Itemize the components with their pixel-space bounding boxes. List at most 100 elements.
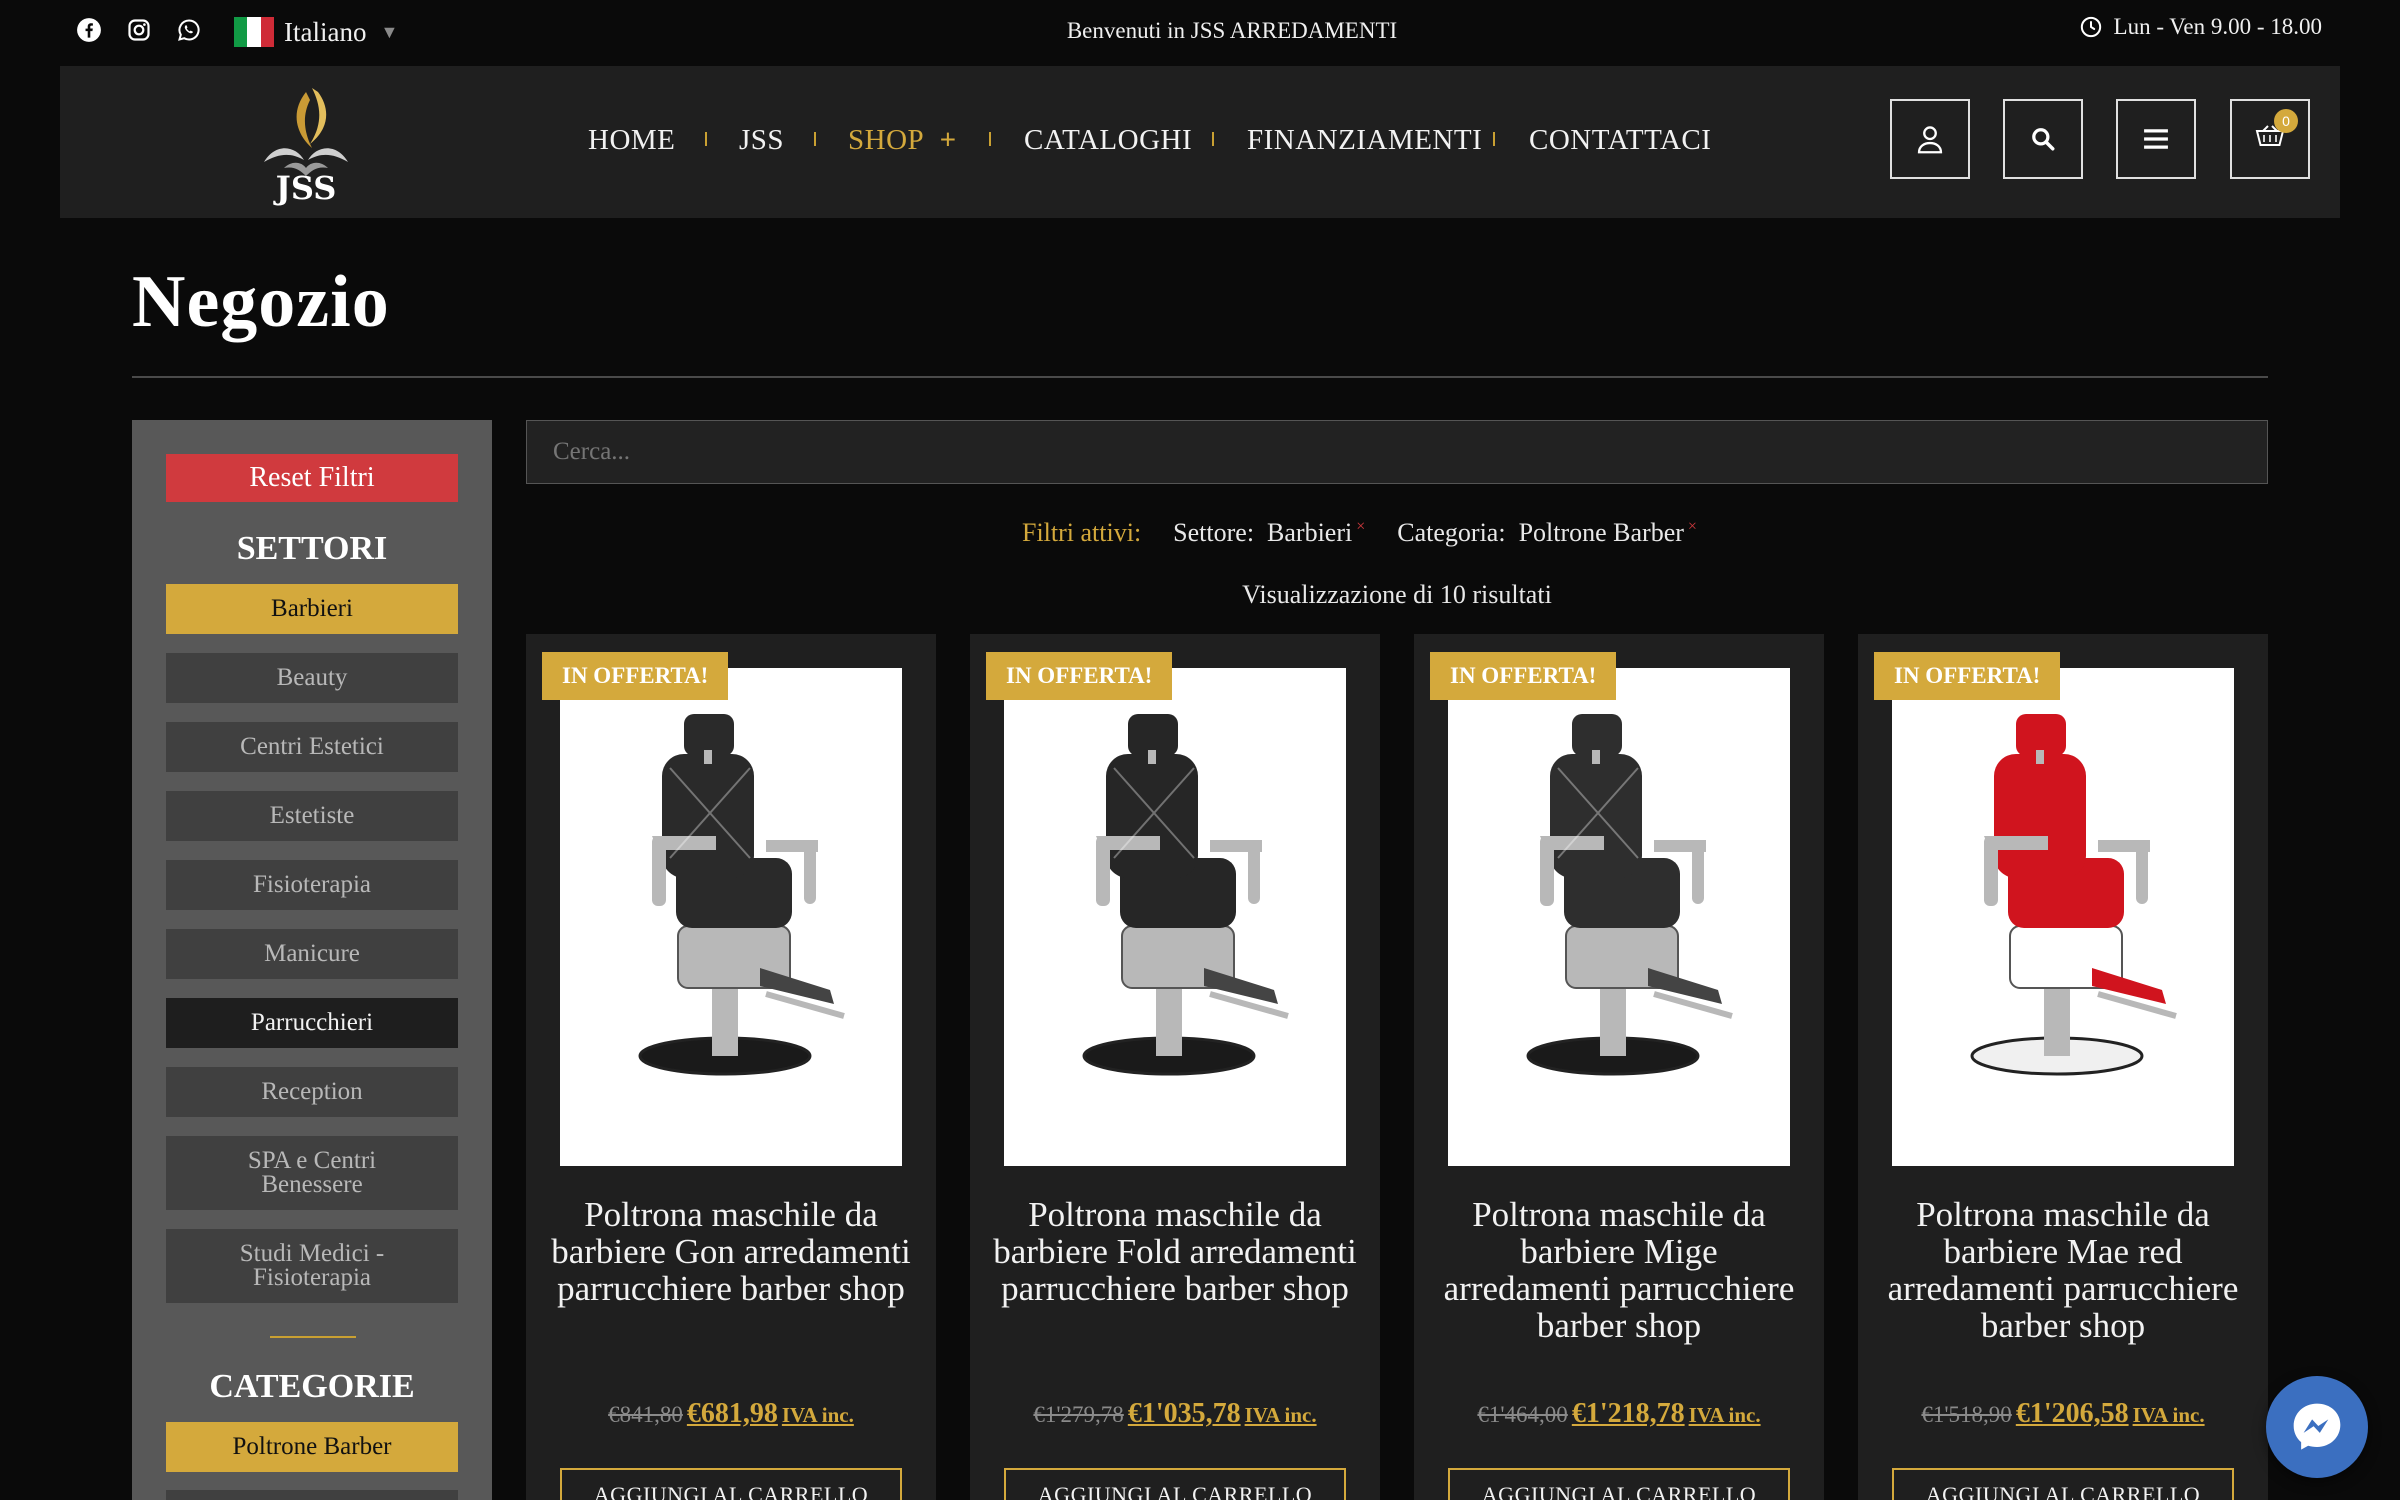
main-nav: HOME JSS SHOP + CATALOGHI FINANZIAMENTI … (60, 66, 2340, 218)
product-price: €1'518,90 €1'206,58 IVA inc. (1858, 1398, 2268, 1430)
filter-value: Barbieri (1267, 518, 1353, 547)
messenger-chat-button[interactable] (2266, 1376, 2368, 1478)
opening-hours: Lun - Ven 9.00 - 18.00 (2080, 14, 2322, 40)
nav-contattaci[interactable]: CONTATTACI (1529, 124, 1711, 157)
nav-separator (1493, 132, 1495, 146)
tax-note: IVA inc. (2132, 1403, 2205, 1427)
site-header: JSS HOME JSS SHOP + CATALOGHI FINANZIAME… (60, 66, 2340, 218)
add-to-cart-button[interactable]: AGGIUNGI AL CARRELLO (1448, 1468, 1790, 1500)
sector-barbieri[interactable]: Barbieri (166, 584, 458, 634)
messenger-icon (2293, 1403, 2341, 1450)
barber-chair-illustration (1082, 714, 1289, 1076)
product-image[interactable] (560, 668, 902, 1166)
sectors-heading: SETTORI (236, 530, 388, 567)
tax-note: IVA inc. (1244, 1403, 1317, 1427)
remove-filter-icon[interactable]: × (1356, 518, 1365, 535)
product-title[interactable]: Poltrona maschile da barbiere Fold arred… (990, 1196, 1360, 1307)
category-item[interactable] (166, 1490, 458, 1500)
sector-manicure[interactable]: Manicure (166, 929, 458, 979)
remove-filter-icon[interactable]: × (1688, 518, 1697, 535)
product-price: €1'464,00 €1'218,78 IVA inc. (1414, 1398, 1824, 1430)
account-button[interactable] (1890, 99, 1970, 179)
nav-shop[interactable]: SHOP + (848, 124, 957, 157)
nav-separator (989, 132, 991, 146)
nav-shop-label: SHOP (848, 124, 925, 156)
tax-note: IVA inc. (1688, 1403, 1761, 1427)
product-card: IN OFFERTA! Poltrona maschile da barbier… (970, 634, 1380, 1500)
cart-button[interactable]: 0 (2230, 99, 2310, 179)
sale-badge: IN OFFERTA! (1874, 652, 2061, 700)
old-price: €841,80 (608, 1402, 683, 1427)
barber-chair-illustration (1970, 714, 2177, 1076)
search-icon (2032, 128, 2055, 151)
category-poltrone-barber[interactable]: Poltrone Barber (166, 1422, 458, 1472)
sale-price: €1'218,78 (1571, 1398, 1685, 1429)
sector-spa[interactable]: SPA e Centri Benessere (166, 1136, 458, 1210)
add-to-cart-button[interactable]: AGGIUNGI AL CARRELLO (1892, 1468, 2234, 1500)
search-input[interactable] (526, 420, 2268, 484)
sector-estetiste[interactable]: Estetiste (166, 791, 458, 841)
nav-separator (814, 132, 816, 146)
welcome-text: Benvenuti in JSS ARREDAMENTI (1066, 18, 1398, 43)
active-filters-label: Filtri attivi: (1022, 518, 1142, 547)
nav-jss[interactable]: JSS (739, 124, 784, 157)
product-title[interactable]: Poltrona maschile da barbiere Gon arreda… (546, 1196, 916, 1307)
filter-sidebar: Reset Filtri SETTORI Barbieri Beauty Cen… (132, 420, 492, 1500)
sale-badge: IN OFFERTA! (542, 652, 729, 700)
menu-button[interactable] (2116, 99, 2196, 179)
filter-chip-sector[interactable]: Settore: Barbieri × (1173, 518, 1365, 548)
nav-finanziamenti[interactable]: FINANZIAMENTI (1247, 124, 1482, 157)
add-to-cart-button[interactable]: AGGIUNGI AL CARRELLO (560, 1468, 902, 1500)
menu-icon (2144, 129, 2168, 149)
nav-separator (1212, 132, 1214, 146)
sector-parrucchieri[interactable]: Parrucchieri (166, 998, 458, 1048)
product-image[interactable] (1004, 668, 1346, 1166)
page-title: Negozio (132, 261, 390, 343)
product-image[interactable] (1892, 668, 2234, 1166)
barber-chair-illustration (1526, 714, 1733, 1076)
filter-chip-category[interactable]: Categoria: Poltrone Barber × (1397, 518, 1697, 548)
sector-centri-estetici[interactable]: Centri Estetici (166, 722, 458, 772)
old-price: €1'518,90 (1921, 1402, 2012, 1427)
old-price: €1'279,78 (1033, 1402, 1124, 1427)
product-card: IN OFFERTA! Poltrona maschile da barbier… (526, 634, 936, 1500)
hours-text: Lun - Ven 9.00 - 18.00 (2113, 14, 2322, 39)
clock-icon (2080, 16, 2101, 38)
tax-note: IVA inc. (781, 1403, 854, 1427)
product-title[interactable]: Poltrona maschile da barbiere Mige arred… (1434, 1196, 1804, 1344)
sector-beauty[interactable]: Beauty (166, 653, 458, 703)
filter-key: Settore: (1173, 518, 1255, 547)
cart-count-badge: 0 (2274, 109, 2298, 133)
nav-cataloghi[interactable]: CATALOGHI (1024, 124, 1192, 157)
filter-value: Poltrone Barber (1518, 518, 1684, 547)
plus-icon: + (939, 124, 957, 156)
sidebar-divider (270, 1336, 356, 1338)
product-title[interactable]: Poltrona maschile da barbiere Mae red ar… (1878, 1196, 2248, 1344)
product-card: IN OFFERTA! Poltrona maschile da barbier… (1414, 634, 1824, 1500)
sale-price: €1'206,58 (2015, 1398, 2129, 1429)
sale-price: €681,98 (686, 1398, 778, 1429)
add-to-cart-button[interactable]: AGGIUNGI AL CARRELLO (1004, 1468, 1346, 1500)
sale-price: €1'035,78 (1127, 1398, 1241, 1429)
product-price: €841,80 €681,98 IVA inc. (526, 1398, 936, 1430)
search-button[interactable] (2003, 99, 2083, 179)
sector-reception[interactable]: Reception (166, 1067, 458, 1117)
barber-chair-illustration (638, 714, 845, 1076)
reset-filters-button[interactable]: Reset Filtri (166, 454, 458, 502)
nav-separator (705, 132, 707, 146)
product-card: IN OFFERTA! Poltrona maschile da barbier… (1858, 634, 2268, 1500)
product-image[interactable] (1448, 668, 1790, 1166)
categories-heading: CATEGORIE (209, 1368, 415, 1405)
title-divider (132, 376, 2268, 378)
active-filters: Filtri attivi: Settore: Barbieri × Catego… (1022, 518, 1697, 548)
product-price: €1'279,78 €1'035,78 IVA inc. (970, 1398, 1380, 1430)
results-count: Visualizzazione di 10 risultati (1242, 580, 1552, 609)
top-bar: Italiano ▼ Benvenuti in JSS ARREDAMENTI … (0, 0, 2400, 64)
sector-fisioterapia[interactable]: Fisioterapia (166, 860, 458, 910)
sale-badge: IN OFFERTA! (1430, 652, 1617, 700)
sector-studi-medici[interactable]: Studi Medici - Fisioterapia (166, 1229, 458, 1303)
nav-home[interactable]: HOME (588, 124, 675, 157)
filter-key: Categoria: (1397, 518, 1506, 547)
sale-badge: IN OFFERTA! (986, 652, 1173, 700)
old-price: €1'464,00 (1477, 1402, 1568, 1427)
